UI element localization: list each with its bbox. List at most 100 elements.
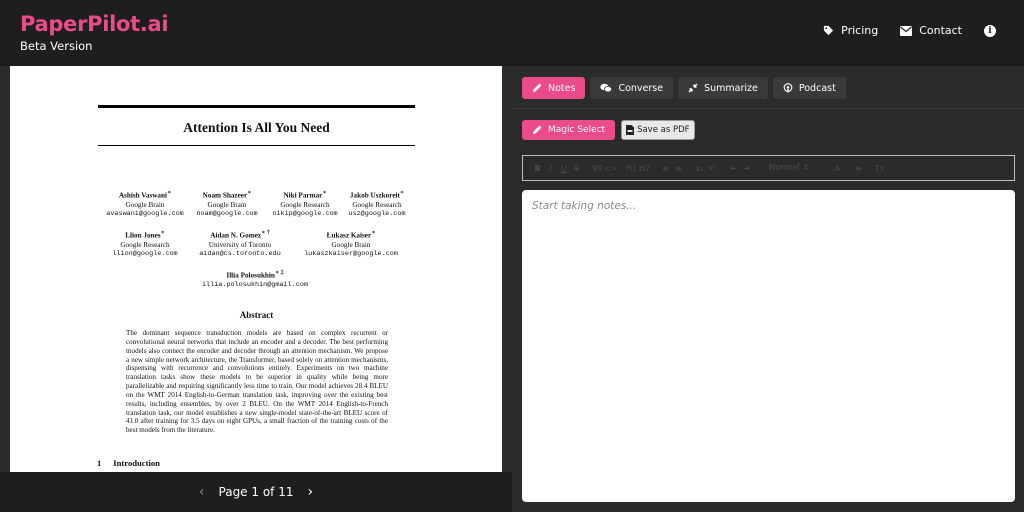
author-name: Ashish Vaswani xyxy=(118,191,167,200)
save-as-pdf-label: Save as PDF xyxy=(637,125,690,135)
author-email: illia.polosukhin@gmail.com xyxy=(201,280,309,289)
tab-summarize[interactable]: Summarize xyxy=(678,77,768,99)
italic-button[interactable]: I xyxy=(544,164,557,173)
author-affiliation: University of Toronto xyxy=(208,240,272,249)
paper-title: Attention Is All You Need xyxy=(183,120,330,135)
nav-contact-label: Contact xyxy=(919,24,962,37)
ordered-list-button[interactable]: ≡ xyxy=(659,164,672,173)
author-affiliation: Google Research xyxy=(120,240,170,249)
notes-placeholder: Start taking notes... xyxy=(532,200,637,212)
pencil-icon xyxy=(533,83,542,92)
tab-podcast[interactable]: Podcast xyxy=(772,77,846,99)
strike-button[interactable]: S xyxy=(570,164,583,173)
code-block-button[interactable]: <> xyxy=(604,164,617,173)
author-email: noam@google.com xyxy=(196,209,258,218)
align-button[interactable]: ≡ xyxy=(852,164,865,173)
author-mark: ∗ † xyxy=(261,230,270,236)
page-navigation: ‹ Page 1 of 11 › xyxy=(0,472,512,512)
heading2-button[interactable]: H2 xyxy=(638,164,651,173)
bold-button[interactable]: B xyxy=(531,164,544,173)
pdf-file-icon xyxy=(626,125,635,135)
tab-podcast-label: Podcast xyxy=(798,82,836,94)
section-heading: 1 Introduction xyxy=(97,458,172,468)
heading-select[interactable]: Normal ⇕ xyxy=(769,163,831,173)
tool-tabs: Notes Converse Summarize Podcast xyxy=(522,77,846,99)
clear-format-button[interactable]: Tx xyxy=(873,164,886,173)
top-nav: Pricing Contact i xyxy=(823,24,996,37)
brand-title[interactable]: PaperPilot.ai xyxy=(20,12,169,36)
brand[interactable]: PaperPilot.ai Beta Version xyxy=(20,12,169,53)
tab-summarize-label: Summarize xyxy=(704,82,758,94)
notes-actions: Magic Select Save as PDF xyxy=(522,120,695,140)
tag-icon xyxy=(824,25,834,36)
abstract-heading: Abstract xyxy=(239,310,274,320)
tab-converse[interactable]: Converse xyxy=(590,77,674,99)
author-mark: ∗ xyxy=(247,190,252,196)
heading1-button[interactable]: H1 xyxy=(625,164,638,173)
save-as-pdf-button[interactable]: Save as PDF xyxy=(621,120,695,140)
author-block: Noam Shazeer∗ Google Brain noam@google.c… xyxy=(182,189,272,219)
author-mark: ∗ xyxy=(371,230,376,236)
subscript-button[interactable]: x₂ xyxy=(693,164,706,173)
author-block: Illia Polosukhin∗ ‡ illia.polosukhin@gma… xyxy=(190,269,320,290)
magic-select-button[interactable]: Magic Select xyxy=(522,120,616,140)
document-panel: Attention Is All You Need Ashish Vaswani… xyxy=(0,66,512,512)
author-email: lukaszkaiser@google.com xyxy=(304,249,398,258)
author-name: Aidan N. Gomez xyxy=(210,231,262,240)
author-mark: ∗ xyxy=(167,190,172,196)
author-affiliation: Google Research xyxy=(352,200,402,209)
brand-subtitle: Beta Version xyxy=(20,39,93,53)
author-email: llion@google.com xyxy=(112,249,178,258)
section-number: 1 xyxy=(97,458,102,468)
author-block: Llion Jones∗ Google Research llion@googl… xyxy=(100,229,190,259)
author-name: Łukasz Kaiser xyxy=(326,231,372,240)
info-icon: i xyxy=(984,24,996,37)
info-button[interactable]: i xyxy=(984,24,996,37)
underline-button[interactable]: U xyxy=(557,164,570,173)
tools-panel: Notes Converse Summarize Podcast Magic S… xyxy=(512,66,1024,512)
prev-page-button[interactable]: ‹ xyxy=(199,484,205,500)
chat-bubbles-icon xyxy=(600,83,613,93)
author-mark: ∗ xyxy=(399,190,405,196)
text-color-button[interactable]: A xyxy=(831,164,844,173)
bullet-list-button[interactable]: ≡ xyxy=(672,164,685,173)
author-block: Ashish Vaswani∗ Google Brain avaswani@go… xyxy=(100,189,190,219)
author-name: Llion Jones xyxy=(125,231,161,240)
author-name: Jakob Uszkoreit xyxy=(349,191,400,200)
nav-pricing[interactable]: Pricing xyxy=(823,24,878,37)
abstract-text: The dominant sequence transduction model… xyxy=(126,329,388,435)
blockquote-button[interactable]: 99 xyxy=(591,164,604,173)
author-mark: ∗ ‡ xyxy=(274,270,284,276)
author-name: Noam Shazeer xyxy=(202,191,248,200)
superscript-button[interactable]: x² xyxy=(706,164,719,173)
author-email: avaswani@google.com xyxy=(106,209,184,218)
nav-pricing-label: Pricing xyxy=(841,24,879,37)
author-affiliation: Google Brain xyxy=(331,240,371,249)
editor-toolbar: B I U S 99 <> H1 H2 ≡ ≡ x₂ x² ⇤ ⇥ Normal… xyxy=(522,155,1015,181)
app-header: PaperPilot.ai Beta Version Pricing Conta… xyxy=(0,0,1024,66)
next-page-button[interactable]: › xyxy=(307,484,313,500)
section-title: Introduction xyxy=(113,458,160,468)
author-block: Łukasz Kaiser∗ Google Brain lukaszkaiser… xyxy=(295,229,407,259)
author-block: Aidan N. Gomez∗ † University of Toronto … xyxy=(190,229,290,259)
author-name: Niki Parmar xyxy=(283,191,323,200)
notes-editor[interactable]: Start taking notes... xyxy=(522,190,1015,502)
author-email: usz@google.com xyxy=(348,209,406,218)
magic-select-label: Magic Select xyxy=(548,125,606,135)
tabs-divider xyxy=(512,108,1024,109)
pdf-page[interactable]: Attention Is All You Need Ashish Vaswani… xyxy=(10,66,502,472)
outdent-button[interactable]: ⇤ xyxy=(727,164,740,173)
compress-arrows-icon xyxy=(688,83,698,93)
author-block: Jakob Uszkoreit∗ Google Research usz@goo… xyxy=(332,189,422,219)
heading-select-value: Normal xyxy=(769,163,800,173)
nav-contact[interactable]: Contact xyxy=(900,24,962,37)
author-mark: ∗ xyxy=(160,230,165,236)
tab-notes[interactable]: Notes xyxy=(522,77,586,99)
author-name: Illia Polosukhin xyxy=(226,271,275,280)
tab-converse-label: Converse xyxy=(618,82,664,94)
pencil-icon xyxy=(533,125,542,134)
podcast-icon xyxy=(783,83,793,93)
author-affiliation: Google Brain xyxy=(125,200,165,209)
title-rule-top xyxy=(98,105,415,108)
indent-button[interactable]: ⇥ xyxy=(740,164,753,173)
